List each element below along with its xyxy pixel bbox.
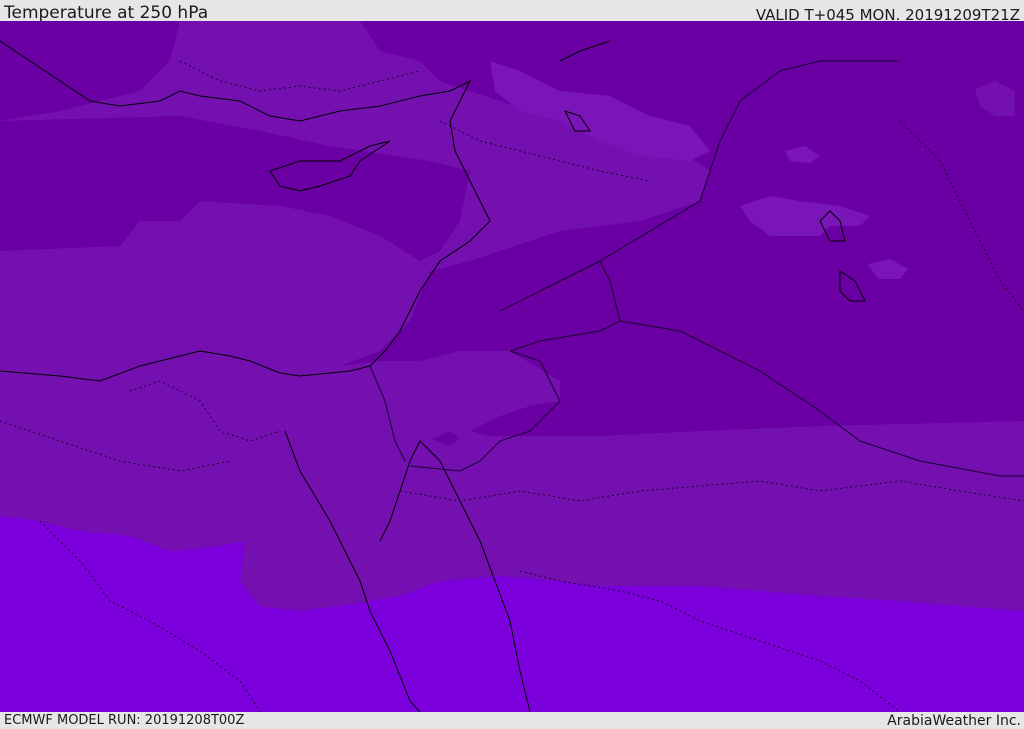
map-title: Temperature at 250 hPa (4, 3, 209, 23)
map-area (0, 21, 1024, 712)
header-bar: Temperature at 250 hPa VALID T+045 MON. … (0, 0, 1024, 24)
weather-map-page: Temperature at 250 hPa VALID T+045 MON. … (0, 0, 1024, 729)
model-run-label: ECMWF MODEL RUN: 20191208T00Z (4, 713, 245, 728)
credit-label: ArabiaWeather Inc. (887, 713, 1021, 729)
footer-bar: ECMWF MODEL RUN: 20191208T00Z ArabiaWeat… (0, 712, 1024, 729)
temperature-map (0, 21, 1024, 712)
